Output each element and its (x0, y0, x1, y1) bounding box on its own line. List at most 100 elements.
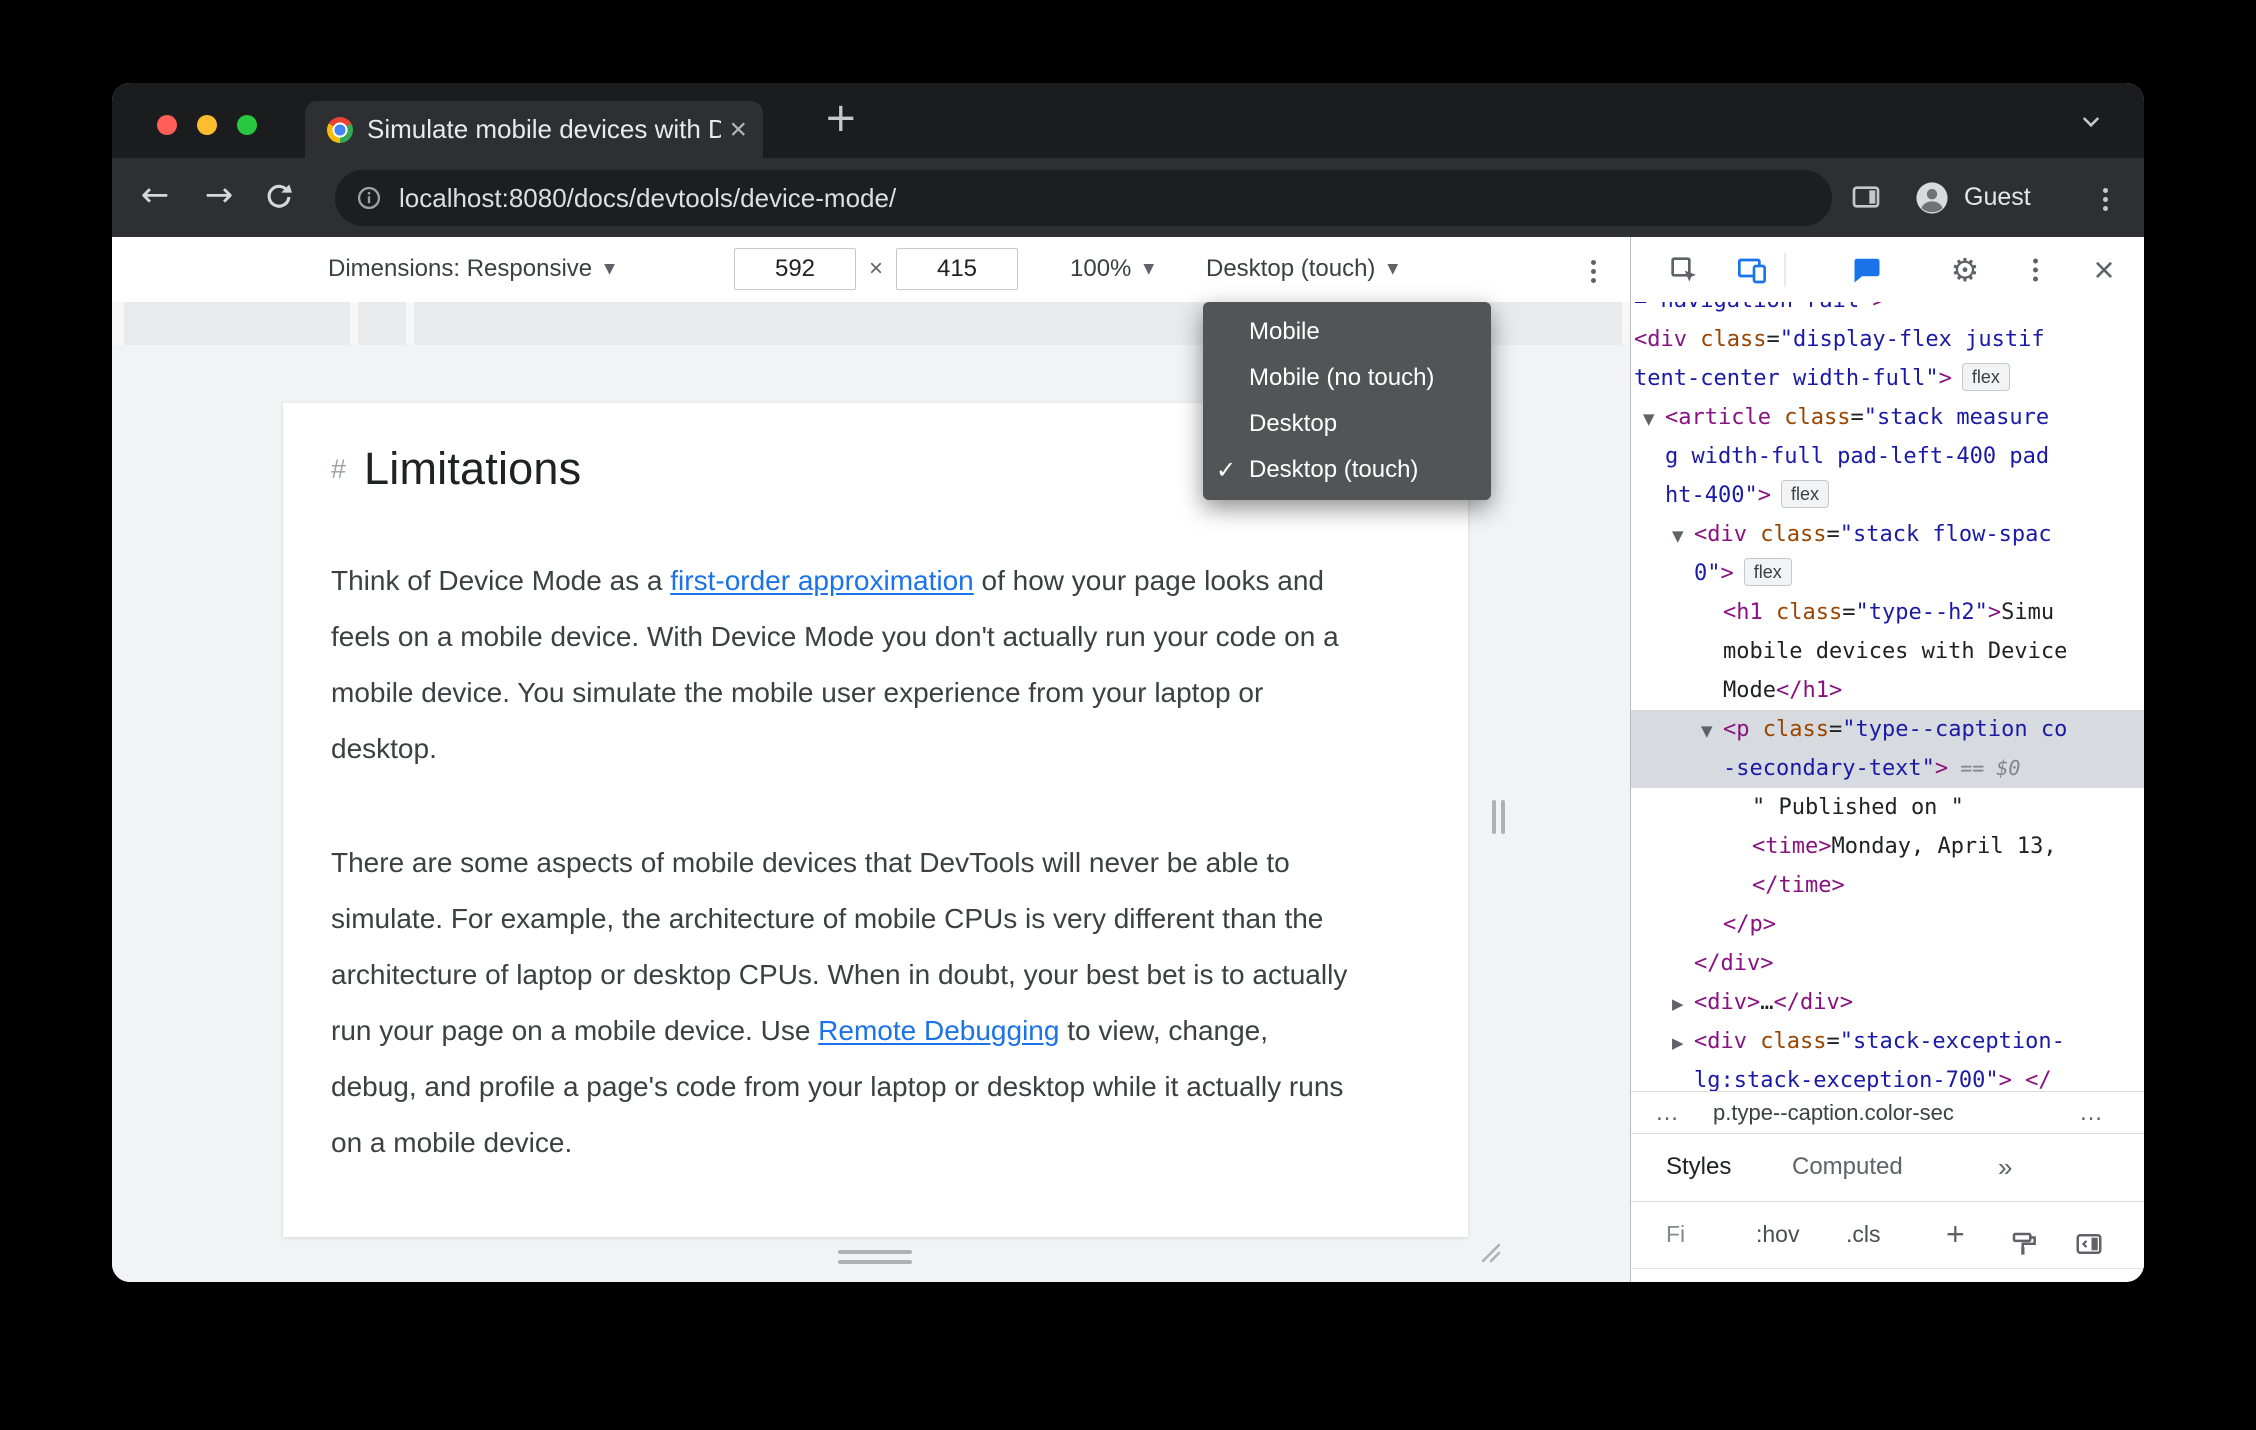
dom-line[interactable]: -secondary-text"> == $0 (1631, 749, 2144, 788)
forward-button[interactable]: → (197, 158, 241, 237)
device-toolbar-toggle-icon[interactable] (1736, 254, 1768, 286)
code-token: <p (1723, 717, 1763, 742)
dom-line[interactable]: ▼ <p class="type--caption co (1631, 710, 2144, 749)
code-token: > (1987, 600, 2002, 625)
height-input[interactable] (896, 248, 1018, 290)
menu-item-mobile-no-touch[interactable]: Mobile (no touch) (1203, 355, 1491, 401)
link-first-order-approximation[interactable]: first-order approximation (670, 565, 973, 596)
expand-arrow-icon[interactable]: ▼ (1701, 712, 1723, 751)
class-toggle-button[interactable]: .cls (1846, 1202, 1881, 1267)
dom-line[interactable]: " Published on " (1631, 788, 2144, 827)
link-remote-debugging[interactable]: Remote Debugging (818, 1015, 1059, 1046)
breadcrumb-overflow-right[interactable]: … (2079, 1092, 2103, 1133)
device-type-menu: Mobile Mobile (no touch) Desktop ✓ Desktop (… (1203, 302, 1491, 500)
close-window-button[interactable] (157, 115, 177, 135)
viewport-corner-resize-handle[interactable] (1479, 1241, 1503, 1270)
devtools-close-icon[interactable]: × (2093, 249, 2114, 291)
dom-line[interactable]: ▶ <div>…</div> (1631, 983, 2144, 1022)
code-token: "stack measure (1863, 405, 2050, 430)
breadcrumb-overflow-left[interactable]: … (1655, 1092, 1679, 1133)
menu-item-mobile[interactable]: Mobile (1203, 309, 1491, 355)
dom-line[interactable]: lg:stack-exception-700"> </ (1631, 1061, 2144, 1091)
dom-line[interactable]: <h1 class="type--h2">Simu (1631, 593, 2144, 632)
hover-state-button[interactable]: :hov (1756, 1202, 1799, 1267)
inspect-icon[interactable] (1668, 254, 1700, 286)
code-token: <div (1694, 1029, 1761, 1054)
menu-item-desktop-touch[interactable]: ✓ Desktop (touch) (1203, 447, 1491, 493)
tabs-overflow-chevron[interactable]: » (1998, 1134, 2012, 1200)
dom-line[interactable]: g width-full pad-left-400 pad (1631, 437, 2144, 476)
dom-line[interactable]: <div class="display-flex justif (1631, 320, 2144, 359)
dom-line[interactable]: </p> (1631, 905, 2144, 944)
dom-line[interactable]: <time>Monday, April 13, (1631, 827, 2144, 866)
dom-line[interactable]: 0"> flex (1631, 554, 2144, 593)
dom-line[interactable]: tent-center width-full"> flex (1631, 359, 2144, 398)
reload-button[interactable] (262, 180, 296, 219)
new-tab-button[interactable]: + (812, 83, 870, 158)
dom-line[interactable]: ="navigation-rail"> (1631, 302, 2144, 320)
expand-arrow-icon[interactable]: ▶ (1672, 985, 1694, 1024)
dom-line[interactable]: ▶ <div class="stack-exception- (1631, 1022, 2144, 1061)
code-token: </p> (1723, 912, 1776, 937)
code-token: " Published on " (1752, 795, 1964, 820)
device-toolbar-kebab-icon[interactable] (1588, 256, 1598, 287)
code-token: "stack flow-spac (1839, 522, 2052, 547)
page-title: Limitations (364, 443, 582, 494)
code-token: class (1700, 327, 1767, 352)
tab-styles[interactable]: Styles (1666, 1134, 1731, 1200)
breadcrumb-selected[interactable]: p.type--caption.color-sec (1713, 1092, 1954, 1133)
dimensions-times-label: × (868, 255, 883, 282)
settings-gear-icon[interactable]: ⚙ (1951, 251, 1980, 289)
code-token: > </ (1998, 1068, 2052, 1091)
code-token: <div (1634, 327, 1701, 352)
expand-arrow-icon[interactable]: ▼ (1672, 517, 1694, 556)
tab-computed[interactable]: Computed (1792, 1134, 1903, 1200)
code-token: <time> (1752, 834, 1832, 859)
filter-input[interactable]: Fi (1666, 1202, 1685, 1267)
code-token: > (1934, 756, 1949, 781)
zoom-select[interactable]: 100% ▼ (1070, 237, 1154, 301)
expand-arrow-icon[interactable]: ▼ (1643, 400, 1665, 439)
paint-roller-icon[interactable] (2009, 1219, 2039, 1282)
dock-sidebar-icon[interactable] (2074, 1219, 2104, 1282)
menu-item-label: Desktop (touch) (1249, 456, 1419, 483)
address-bar[interactable]: localhost:8080/docs/devtools/device-mode… (335, 170, 1832, 226)
back-button[interactable]: ← (133, 158, 177, 237)
side-panel-icon[interactable] (1850, 181, 1882, 218)
dom-line[interactable]: ▼ <div class="stack flow-spac (1631, 515, 2144, 554)
dom-line[interactable]: </div> (1631, 944, 2144, 983)
tab-search-chevron-icon[interactable] (2078, 109, 2104, 140)
tab-close-icon[interactable]: × (729, 114, 747, 145)
code-token: = (1826, 522, 1840, 547)
device-type-select[interactable]: Desktop (touch) ▼ (1206, 237, 1398, 301)
chevron-down-icon: ▼ (604, 261, 615, 277)
new-style-rule-button[interactable]: + (1946, 1202, 1965, 1267)
dom-line[interactable]: ▼ <article class="stack measure (1631, 398, 2144, 437)
dimensions-select[interactable]: Dimensions: Responsive ▼ (328, 237, 615, 301)
minimize-window-button[interactable] (197, 115, 217, 135)
dom-line[interactable]: mobile devices with Device (1631, 632, 2144, 671)
flex-badge[interactable]: flex (1961, 363, 2010, 391)
code-token: -secondary-text" (1723, 756, 1935, 781)
zoom-window-button[interactable] (237, 115, 257, 135)
console-bubble-icon[interactable] (1852, 255, 1882, 285)
viewport-width-resize-handle[interactable] (1492, 800, 1505, 834)
heading-anchor[interactable]: # (331, 454, 346, 485)
viewport-height-resize-handle[interactable] (838, 1250, 912, 1270)
flex-badge[interactable]: flex (1743, 558, 1792, 586)
dom-line[interactable]: ht-400"> flex (1631, 476, 2144, 515)
site-info-icon[interactable] (355, 184, 383, 212)
flex-badge[interactable]: flex (1780, 480, 1829, 508)
devtools-kebab-icon[interactable] (2030, 254, 2040, 285)
menu-item-desktop[interactable]: Desktop (1203, 401, 1491, 447)
code-token: </time> (1752, 873, 1845, 898)
width-input[interactable] (734, 248, 856, 290)
browser-tab[interactable]: Simulate mobile devices with D × (305, 101, 763, 158)
screenshot-background: Simulate mobile devices with D × + ← → l… (0, 0, 2256, 1430)
expand-arrow-icon[interactable]: ▶ (1672, 1024, 1694, 1063)
profile-avatar[interactable] (1915, 181, 1949, 220)
browser-menu-kebab-icon[interactable] (2100, 184, 2110, 211)
profile-name-label: Guest (1964, 183, 2031, 211)
dom-line[interactable]: Mode</h1> (1631, 671, 2144, 710)
dom-line[interactable]: </time> (1631, 866, 2144, 905)
